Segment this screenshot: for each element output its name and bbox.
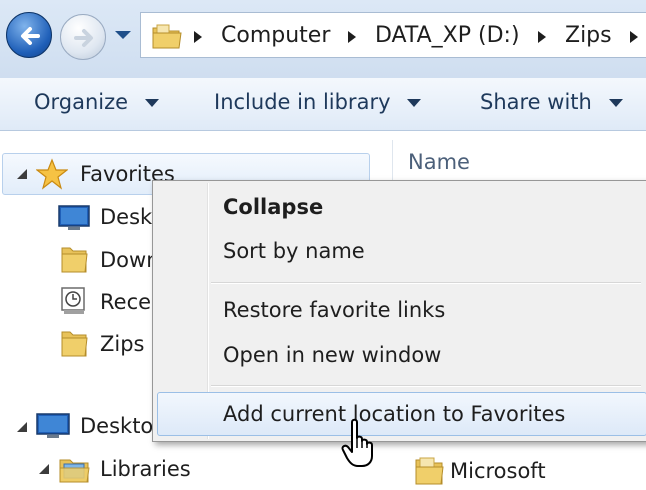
nav-item-libraries[interactable]: Libraries <box>100 457 191 481</box>
organize-button[interactable]: Organize <box>34 90 159 114</box>
share-with-button[interactable]: Share with <box>480 90 623 114</box>
arrow-left-icon <box>21 27 40 45</box>
menu-item-sort-by-name[interactable]: Sort by name <box>223 239 365 263</box>
context-menu: Collapse Sort by name Restore favorite l… <box>152 180 646 442</box>
nav-item-recent[interactable]: Rece <box>100 290 151 314</box>
organize-label: Organize <box>34 90 129 114</box>
downloads-folder-icon <box>61 247 88 273</box>
breadcrumb-separator-icon[interactable] <box>347 30 357 44</box>
star-icon <box>36 158 68 190</box>
menu-separator <box>211 282 641 284</box>
breadcrumb-data-xp[interactable]: DATA_XP (D:) <box>375 23 520 48</box>
breadcrumb-separator-icon[interactable] <box>537 30 547 44</box>
breadcrumb-separator-icon[interactable] <box>629 30 639 44</box>
include-in-library-label: Include in library <box>214 90 391 114</box>
back-button[interactable] <box>6 12 52 58</box>
chevron-down-icon <box>144 99 159 107</box>
nav-item-desktop[interactable]: Deskto <box>80 414 153 438</box>
folder-icon <box>415 457 444 485</box>
menu-item-add-current-location[interactable]: Add current location to Favorites <box>223 402 565 426</box>
file-item-microsoft[interactable]: Microsoft <box>450 459 546 483</box>
chevron-down-icon <box>608 99 623 107</box>
menu-separator <box>211 385 641 387</box>
menu-item-restore-favorite-links[interactable]: Restore favorite links <box>223 298 445 322</box>
hand-cursor-icon <box>341 418 373 467</box>
breadcrumb-zips[interactable]: Zips <box>565 23 612 48</box>
recent-places-icon <box>61 287 85 314</box>
expand-triangle-icon[interactable] <box>16 421 28 433</box>
expand-triangle-icon[interactable] <box>38 463 50 475</box>
desktop-icon <box>58 205 90 230</box>
breadcrumb-computer[interactable]: Computer <box>221 23 330 48</box>
arrow-right-icon <box>74 29 93 47</box>
chevron-down-icon <box>407 99 422 107</box>
command-toolbar: Organize Include in library Share with <box>0 78 646 131</box>
address-box[interactable]: Computer DATA_XP (D:) Zips <box>140 12 646 58</box>
column-header-name[interactable]: Name <box>408 150 470 174</box>
breadcrumb-separator-icon[interactable] <box>193 30 203 44</box>
expand-triangle-icon[interactable] <box>16 168 28 180</box>
share-with-label: Share with <box>480 90 592 114</box>
nav-item-downloads[interactable]: Down <box>100 248 160 272</box>
menu-item-open-in-new-window[interactable]: Open in new window <box>223 343 441 367</box>
folder-icon <box>152 24 182 49</box>
include-in-library-button[interactable]: Include in library <box>214 90 422 114</box>
column-divider[interactable] <box>392 140 393 180</box>
forward-button[interactable] <box>60 14 106 60</box>
menu-item-collapse[interactable]: Collapse <box>223 195 323 219</box>
libraries-icon <box>59 459 90 483</box>
folder-icon <box>61 331 88 357</box>
recent-pages-dropdown-icon[interactable] <box>114 30 132 40</box>
nav-item-zips[interactable]: Zips <box>100 332 145 356</box>
address-bar-area: Computer DATA_XP (D:) Zips <box>0 0 646 78</box>
desktop-icon <box>36 413 70 438</box>
